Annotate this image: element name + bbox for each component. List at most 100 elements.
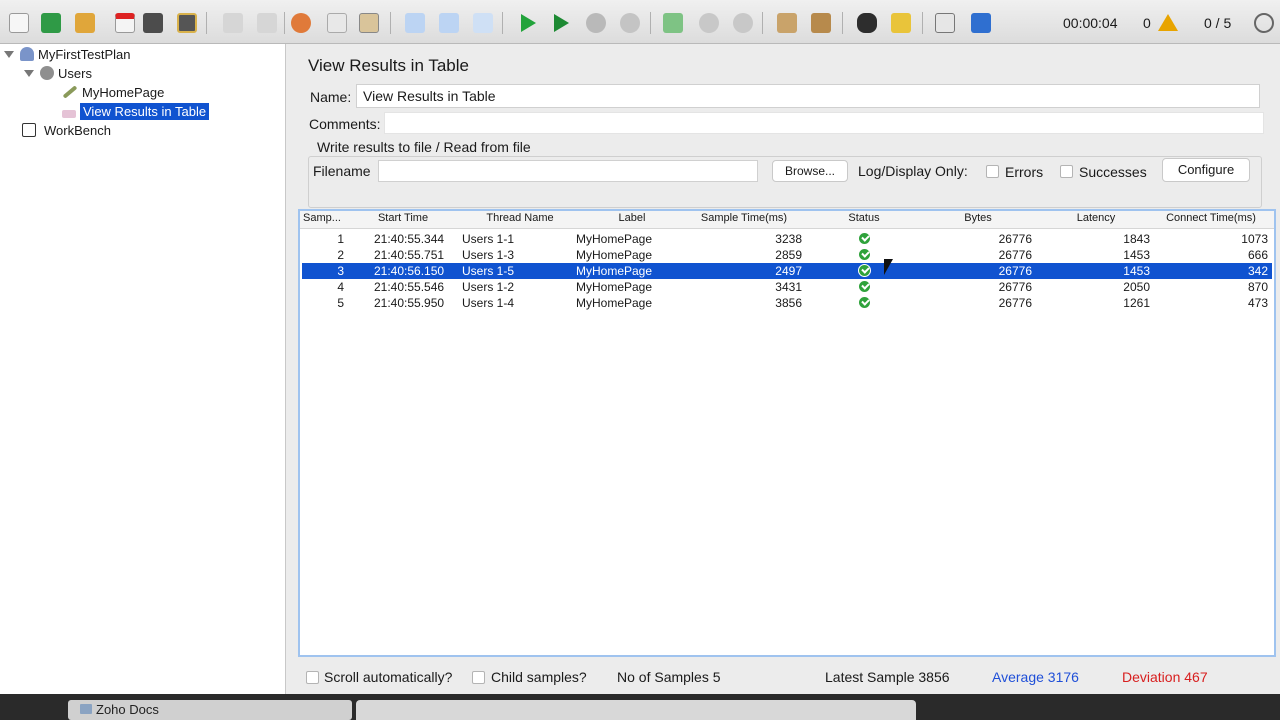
column-header-sample-time[interactable]: Sample Time(ms) — [694, 212, 794, 224]
name-field[interactable]: View Results in Table — [356, 84, 1260, 108]
remote-stop-icon[interactable] — [696, 10, 722, 36]
status-ok-icon — [858, 264, 871, 277]
dock-apps[interactable] — [356, 700, 916, 720]
table-row[interactable]: 2 21:40:55.751 Users 1-3 MyHomePage 2859 2677… — [302, 247, 1272, 263]
table-cell-connect: 473 — [1247, 296, 1268, 310]
start-no-pause-icon[interactable] — [548, 10, 574, 36]
clear-all-icon[interactable] — [808, 10, 834, 36]
close-icon[interactable] — [112, 10, 138, 36]
tree-item-label: Users — [58, 65, 92, 81]
successes-checkbox[interactable] — [1060, 165, 1073, 178]
browse-button[interactable]: Browse... — [772, 160, 848, 182]
column-header-connect-time[interactable]: Connect Time(ms) — [1156, 212, 1266, 224]
undo-icon[interactable] — [220, 10, 246, 36]
table-cell-connect: 342 — [1247, 264, 1268, 278]
table-row[interactable]: 5 21:40:55.950 Users 1-4 MyHomePage 3856 2677… — [302, 295, 1272, 311]
open-icon[interactable] — [72, 10, 98, 36]
remote-engine-icon[interactable] — [1254, 13, 1274, 33]
column-header-status[interactable]: Status — [834, 212, 894, 224]
search-icon[interactable] — [854, 10, 880, 36]
column-header-thread-name[interactable]: Thread Name — [475, 212, 565, 224]
table-cell-start: 21:40:55.950 — [374, 296, 445, 310]
folder-icon — [80, 704, 92, 714]
tree-item-workbench[interactable]: WorkBench — [22, 121, 111, 139]
table-cell-connect: 1073 — [1241, 232, 1268, 246]
results-table: Samp... Start Time Thread Name Label Sam… — [298, 209, 1276, 657]
tree-item-label: MyHomePage — [82, 84, 165, 100]
workbench-icon — [22, 123, 36, 137]
tree-item-sampler[interactable]: MyHomePage — [62, 83, 164, 101]
remote-shutdown-icon[interactable] — [730, 10, 756, 36]
tree-item-label: MyFirstTestPlan — [38, 46, 131, 62]
child-samples-checkbox[interactable] — [472, 671, 485, 684]
expand-arrow-icon[interactable] — [24, 69, 34, 77]
table-cell-n: 4 — [337, 280, 344, 294]
table-cell-n: 1 — [337, 232, 344, 246]
elapsed-timer: 00:00:04 — [1063, 15, 1118, 31]
shutdown-icon[interactable] — [617, 10, 643, 36]
cut-icon[interactable] — [288, 10, 314, 36]
column-header-bytes[interactable]: Bytes — [948, 212, 1008, 224]
expand-arrow-icon[interactable] — [4, 50, 14, 58]
error-count: 0 — [1143, 15, 1151, 31]
column-header-start-time[interactable]: Start Time — [370, 212, 436, 224]
deviation-value: Deviation 467 — [1122, 669, 1208, 685]
zoho-docs-item[interactable]: Zoho Docs — [68, 700, 352, 720]
table-cell-thread: Users 1-1 — [462, 232, 515, 246]
warning-icon[interactable] — [1158, 14, 1178, 31]
table-cell-thread: Users 1-2 — [462, 280, 515, 294]
paste-icon[interactable] — [356, 10, 382, 36]
toggle-icon[interactable] — [470, 10, 496, 36]
copy-icon[interactable] — [324, 10, 350, 36]
stop-icon[interactable] — [583, 10, 609, 36]
remote-start-icon[interactable] — [660, 10, 686, 36]
configure-button[interactable]: Configure — [1162, 158, 1250, 182]
sample-count: No of Samples 5 — [617, 669, 721, 685]
table-cell-start: 21:40:55.344 — [374, 232, 445, 246]
mouse-cursor-icon — [884, 259, 893, 275]
table-cell-sample: 3856 — [775, 296, 802, 310]
help-icon[interactable] — [968, 10, 994, 36]
table-cell-sample: 2859 — [775, 248, 802, 262]
filename-input[interactable] — [378, 160, 758, 182]
collapse-icon[interactable] — [436, 10, 462, 36]
errors-label: Errors — [1005, 164, 1044, 180]
scroll-auto-checkbox[interactable] — [306, 671, 319, 684]
tree-item-users[interactable]: Users — [24, 64, 92, 82]
function-helper-icon[interactable] — [932, 10, 958, 36]
gear-icon — [40, 66, 54, 80]
name-label: Name: — [310, 89, 352, 105]
save-as-icon[interactable] — [174, 10, 200, 36]
successes-label: Successes — [1079, 164, 1147, 180]
table-cell-thread: Users 1-5 — [462, 264, 515, 278]
column-header-label[interactable]: Label — [600, 212, 664, 224]
scroll-auto-label: Scroll automatically? — [324, 669, 453, 685]
comments-field[interactable] — [384, 112, 1264, 134]
column-header-sample[interactable]: Samp... — [302, 212, 342, 224]
table-row[interactable]: 3 21:40:56.150 Users 1-5 MyHomePage 2497 2677… — [302, 263, 1272, 279]
save-icon[interactable] — [140, 10, 166, 36]
status-ok-icon — [858, 248, 871, 261]
new-icon[interactable] — [6, 10, 32, 36]
file-panel-legend: Write results to file / Read from file — [314, 139, 534, 155]
table-cell-connect: 666 — [1247, 248, 1268, 262]
column-header-latency[interactable]: Latency — [1058, 212, 1134, 224]
expand-icon[interactable] — [402, 10, 428, 36]
clear-icon[interactable] — [774, 10, 800, 36]
table-cell-start: 21:40:56.150 — [374, 264, 445, 278]
flask-icon — [20, 47, 34, 61]
reset-search-icon[interactable] — [888, 10, 914, 36]
table-cell-label: MyHomePage — [576, 280, 653, 294]
table-row[interactable]: 1 21:40:55.344 Users 1-1 MyHomePage 3238 2677… — [302, 231, 1272, 247]
redo-icon[interactable] — [254, 10, 280, 36]
errors-checkbox[interactable] — [986, 165, 999, 178]
templates-icon[interactable] — [38, 10, 64, 36]
start-icon[interactable] — [515, 10, 541, 36]
chart-icon — [62, 110, 76, 118]
comments-label: Comments: — [309, 116, 381, 132]
table-row[interactable]: 4 21:40:55.546 Users 1-2 MyHomePage 3431 2677… — [302, 279, 1272, 295]
table-cell-start: 21:40:55.751 — [374, 248, 445, 262]
tree-item-test-plan[interactable]: MyFirstTestPlan — [4, 45, 130, 63]
tree-item-view-results[interactable]: View Results in Table — [62, 102, 210, 120]
table-cell-latency: 1453 — [1123, 264, 1150, 278]
